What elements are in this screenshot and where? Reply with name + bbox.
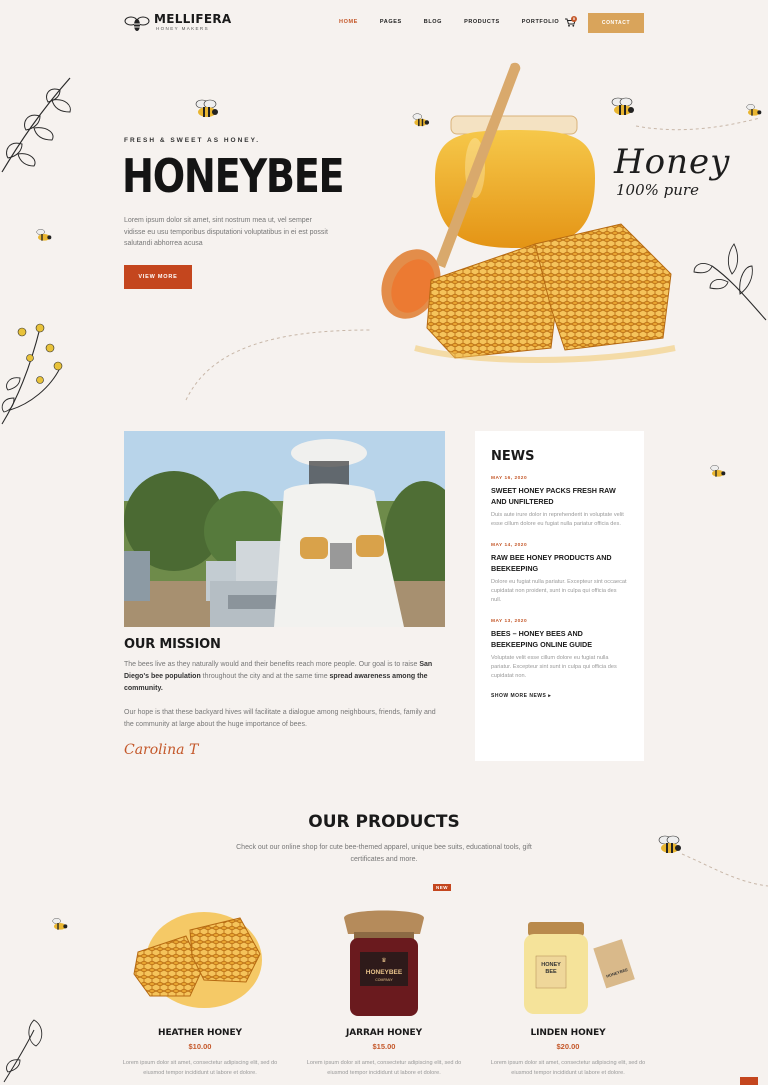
svg-text:♛: ♛ [381,957,386,964]
contact-button[interactable]: CONTACT [588,13,644,33]
show-more-news-link[interactable]: SHOW MORE NEWS ▸ [491,693,628,699]
scroll-to-top-button[interactable] [740,1077,758,1085]
mission-paragraph-1: The bees live as they naturally would an… [124,659,444,695]
nav-home[interactable]: HOME [339,19,358,25]
nav-portfolio[interactable]: PORTFOLIO [522,19,559,25]
news-headline-link[interactable]: SWEET HONEY PACKS FRESH RAW AND UNFILTER… [491,485,628,507]
logo[interactable]: MELLIFERA HONEY MAKERS [124,13,232,32]
product-card[interactable]: ♛ HONEYBEE COMPANY JARRAH HONEY $15.00 L… [304,900,464,1078]
news-item: MAY 16, 2020 SWEET HONEY PACKS FRESH RAW… [491,476,628,529]
product-description: Lorem ipsum dolor sit amet, consectetur … [122,1060,278,1076]
news-date: MAY 13, 2020 [491,619,528,624]
mission-title: OUR MISSION [124,637,221,652]
news-headline-link[interactable]: RAW BEE HONEY PRODUCTS AND BEEKEEPING [491,552,628,574]
news-item: MAY 14, 2020 RAW BEE HONEY PRODUCTS AND … [491,543,628,605]
mission-paragraph-2: Our hope is that these backyard hives wi… [124,709,436,728]
show-more-news-label: SHOW MORE NEWS [491,693,547,699]
view-more-button[interactable]: VIEW MORE [124,265,192,289]
honeycomb-product-image [133,912,262,1008]
honey-jar-product-image: HONEY BEE HONEYBEE [524,922,635,1014]
nav-blog[interactable]: BLOG [424,19,442,25]
product-price: $15.00 [372,1042,396,1051]
brand-tagline: HONEY MAKERS [156,26,209,31]
leaf-sprig-illustration [1,77,71,173]
product-card[interactable]: HEATHER HONEY $10.00 Lorem ipsum dolor s… [120,900,280,1078]
product-name: JARRAH HONEY [346,1028,422,1038]
product-name: LINDEN HONEY [530,1028,606,1038]
news-date: MAY 14, 2020 [491,543,528,548]
product-card[interactable]: HONEY BEE HONEYBEE LINDEN HONEY $20.00 L… [488,900,648,1078]
honey-script-title: Honey [614,142,731,182]
news-title: NEWS [491,449,535,464]
product-price: $20.00 [556,1042,580,1051]
bee-illustration [710,465,726,477]
bee-illustration [36,229,52,241]
news-date: MAY 16, 2020 [491,476,528,481]
products-description: Check out our online shop for cute bee-t… [236,844,532,863]
seed-pod-illustration [3,1019,43,1083]
jar-label-name: HONEYBEE [366,969,403,976]
nav-pages[interactable]: PAGES [380,19,402,25]
signature: Carolina T [124,742,199,758]
product-name: HEATHER HONEY [158,1028,242,1038]
nav-products[interactable]: PRODUCTS [464,19,500,25]
honey-script-subtitle: 100% pure [616,181,699,199]
site-header: MELLIFERA HONEY MAKERS HOME PAGES BLOG P… [0,0,768,46]
product-description: Lorem ipsum dolor sit amet, consectetur … [490,1060,646,1076]
flower-sprig-illustration [1,323,63,425]
brand-name: MELLIFERA [154,12,232,26]
beekeeper-photo [124,431,445,627]
product-description: Lorem ipsum dolor sit amet, consectetur … [306,1060,462,1076]
hero-title: HONEYBEE [122,149,345,203]
hero-eyebrow: FRESH & SWEET AS HONEY. [124,137,261,144]
mission-text: throughout the city and at the same time [200,673,330,680]
honey-jar-and-comb-image [381,62,676,363]
jar-label-sub: COMPANY [375,978,393,982]
new-badge: NEW [433,884,451,891]
hero-description: Lorem ipsum dolor sit amet, sint nostrum… [124,217,328,247]
news-excerpt: Voluptate velit esse cillum dolore eu fu… [491,655,617,679]
bee-logo-icon [124,16,150,31]
news-panel: NEWS MAY 16, 2020 SWEET HONEY PACKS FRES… [475,431,644,761]
mission-text: The bees live as they naturally would an… [124,661,420,668]
bee-illustration [52,918,68,930]
products-title: OUR PRODUCTS [308,812,460,832]
jar-label-line-1: HONEY [541,962,561,968]
cart-count-badge: 0 [571,16,577,22]
news-excerpt: Duis aute irure dolor in reprehenderit i… [491,512,624,527]
jar-label-line-2: BEE [545,969,557,975]
main-nav: HOME PAGES BLOG PRODUCTS PORTFOLIO [339,19,581,25]
flight-path-line [681,853,768,887]
news-item: MAY 13, 2020 BEES – HONEY BEES AND BEEKE… [491,619,628,681]
honey-jar-product-image: ♛ HONEYBEE COMPANY [344,910,424,1016]
news-headline-link[interactable]: BEES – HONEY BEES AND BEEKEEPING ONLINE … [491,628,628,650]
product-price: $10.00 [188,1042,212,1051]
news-excerpt: Dolore eu fugiat nulla pariatur. Excepte… [491,579,627,603]
arrow-right-icon: ▸ [548,693,552,699]
